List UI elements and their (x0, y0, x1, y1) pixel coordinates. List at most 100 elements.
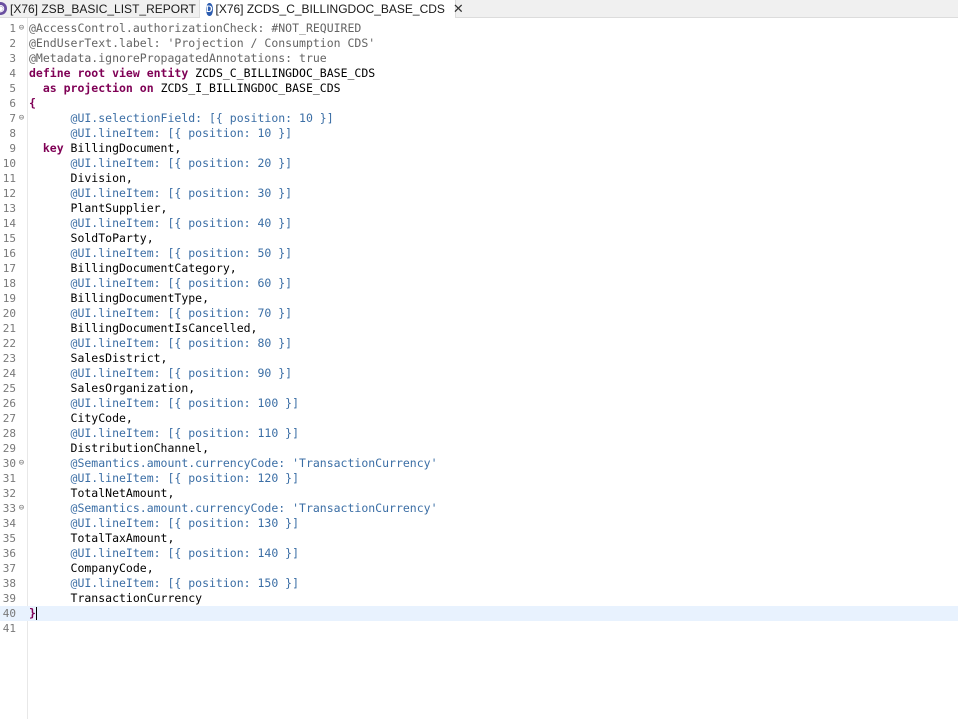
fold-toggle-icon[interactable]: ⊖ (17, 21, 26, 36)
line-number: 4 (9, 67, 16, 80)
code-editor[interactable]: 1 ⊖ @AccessControl.authorizationCheck: #NO… (0, 18, 958, 719)
code-token: { (29, 96, 36, 110)
code-text: @UI.lineItem: [{ position: 10 }] (29, 126, 293, 141)
line-number: 21 (2, 322, 16, 335)
code-line[interactable]: 40} (0, 606, 958, 621)
code-line[interactable]: 41 (0, 621, 958, 636)
code-text: @UI.lineItem: [{ position: 70 }] (29, 306, 293, 321)
code-line[interactable]: 1 ⊖ @AccessControl.authorizationCheck: #NO… (0, 21, 958, 36)
code-line[interactable]: 21 BillingDocumentIsCancelled, (0, 321, 958, 336)
code-token: @UI.lineItem: [{ position: 150 }] (29, 576, 300, 590)
code-token: @UI.lineItem: [{ position: 40 }] (29, 216, 293, 230)
code-line[interactable]: 2 @EndUserText.label: 'Projection / Consu… (0, 36, 958, 51)
code-line[interactable]: 5 as projection on ZCDS_I_BILLINGDOC_BAS… (0, 81, 958, 96)
line-number: 36 (2, 547, 16, 560)
tab-zsb-basic-list-report[interactable]: ◉ [X76] ZSB_BASIC_LIST_REPORT (0, 0, 198, 17)
code-line[interactable]: 23 SalesDistrict, (0, 351, 958, 366)
code-line[interactable]: 29 DistributionChannel, (0, 441, 958, 456)
code-token: @AccessControl.authorizationCheck: #NOT_… (29, 21, 362, 35)
code-line[interactable]: 25 SalesOrganization, (0, 381, 958, 396)
tab-zcds-c-billingdoc-base-cds[interactable]: D [X76] ZCDS_C_BILLINGDOC_BASE_CDS ✕ (199, 0, 464, 18)
code-line[interactable]: 30 ⊖ @Semantics.amount.currencyCode: 'Tra… (0, 456, 958, 471)
fold-toggle-icon[interactable]: ⊖ (17, 111, 26, 126)
close-icon[interactable]: ✕ (453, 1, 464, 17)
code-token: TransactionCurrency (29, 591, 203, 605)
code-token: BillingDocumentIsCancelled, (29, 321, 258, 335)
code-line[interactable]: 11 Division, (0, 171, 958, 186)
code-line[interactable]: 8 @UI.lineItem: [{ position: 10 }] (0, 126, 958, 141)
code-line[interactable]: 15 SoldToParty, (0, 231, 958, 246)
code-token: } (29, 606, 36, 620)
code-text: @Semantics.amount.currencyCode: 'Transac… (29, 501, 438, 516)
code-line[interactable]: 36 @UI.lineItem: [{ position: 140 }] (0, 546, 958, 561)
code-text: SalesDistrict, (29, 351, 168, 366)
fold-toggle-icon[interactable]: ⊖ (17, 501, 26, 516)
code-text: @UI.lineItem: [{ position: 20 }] (29, 156, 293, 171)
code-line[interactable]: 18 @UI.lineItem: [{ position: 60 }] (0, 276, 958, 291)
code-line[interactable]: 16 @UI.lineItem: [{ position: 50 }] (0, 246, 958, 261)
code-line[interactable]: 38 @UI.lineItem: [{ position: 150 }] (0, 576, 958, 591)
fold-toggle-icon[interactable]: ⊖ (17, 456, 26, 471)
code-text: @UI.lineItem: [{ position: 140 }] (29, 546, 300, 561)
code-text: TotalNetAmount, (29, 486, 175, 501)
code-text: SalesOrganization, (29, 381, 196, 396)
code-text: define root view entity ZCDS_C_BILLINGDO… (29, 66, 375, 81)
editor-tab-bar: ◉ [X76] ZSB_BASIC_LIST_REPORT D [X76] ZC… (0, 0, 958, 18)
code-line[interactable]: 34 @UI.lineItem: [{ position: 130 }] (0, 516, 958, 531)
code-line[interactable]: 35 TotalTaxAmount, (0, 531, 958, 546)
code-token: define root view entity (29, 66, 196, 80)
code-token: SalesDistrict, (29, 351, 168, 365)
code-token: @EndUserText.label: 'Projection / Consum… (29, 36, 376, 50)
code-line[interactable]: 3 @Metadata.ignorePropagatedAnnotations: … (0, 51, 958, 66)
line-number: 16 (2, 247, 16, 260)
code-text: @UI.lineItem: [{ position: 110 }] (29, 426, 300, 441)
code-line[interactable]: 22 @UI.lineItem: [{ position: 80 }] (0, 336, 958, 351)
code-line[interactable]: 19 BillingDocumentType, (0, 291, 958, 306)
code-line[interactable]: 31 @UI.lineItem: [{ position: 120 }] (0, 471, 958, 486)
code-line[interactable]: 39 TransactionCurrency (0, 591, 958, 606)
code-line[interactable]: 27 CityCode, (0, 411, 958, 426)
code-token: BillingDocumentCategory, (29, 261, 237, 275)
code-line[interactable]: 20 @UI.lineItem: [{ position: 70 }] (0, 306, 958, 321)
code-line[interactable]: 26 @UI.lineItem: [{ position: 100 }] (0, 396, 958, 411)
code-text: @UI.lineItem: [{ position: 100 }] (29, 396, 300, 411)
code-text: @UI.lineItem: [{ position: 120 }] (29, 471, 300, 486)
code-text: CompanyCode, (29, 561, 154, 576)
cds-ddl-icon: D (206, 2, 213, 16)
line-number: 13 (2, 202, 16, 215)
line-number: 5 (9, 82, 16, 95)
tab-label: [X76] ZSB_BASIC_LIST_REPORT (10, 1, 196, 16)
line-number: 22 (2, 337, 16, 350)
code-text: key BillingDocument, (29, 141, 181, 156)
line-number: 11 (2, 172, 16, 185)
line-number: 35 (2, 532, 16, 545)
code-text: @UI.selectionField: [{ position: 10 }] (29, 111, 334, 126)
code-line[interactable]: 33 ⊖ @Semantics.amount.currencyCode: 'Tra… (0, 501, 958, 516)
code-line[interactable]: 28 @UI.lineItem: [{ position: 110 }] (0, 426, 958, 441)
code-line[interactable]: 4 define root view entity ZCDS_C_BILLINGD… (0, 66, 958, 81)
code-token: Division, (29, 171, 133, 185)
code-text: @Semantics.amount.currencyCode: 'Transac… (29, 456, 438, 471)
code-line[interactable]: 32 TotalNetAmount, (0, 486, 958, 501)
code-text: TransactionCurrency (29, 591, 203, 606)
code-token: @UI.lineItem: [{ position: 20 }] (29, 156, 293, 170)
line-number: 24 (2, 367, 16, 380)
line-number: 30 (2, 457, 16, 470)
line-number: 2 (9, 37, 16, 50)
line-number: 27 (2, 412, 16, 425)
code-token: TotalTaxAmount, (29, 531, 175, 545)
code-line[interactable]: 24 @UI.lineItem: [{ position: 90 }] (0, 366, 958, 381)
code-line[interactable]: 13 PlantSupplier, (0, 201, 958, 216)
code-line[interactable]: 37 CompanyCode, (0, 561, 958, 576)
code-text: BillingDocumentIsCancelled, (29, 321, 258, 336)
code-text: @UI.lineItem: [{ position: 130 }] (29, 516, 300, 531)
code-line[interactable]: 7 ⊖ @UI.selectionField: [{ position: 10 }… (0, 111, 958, 126)
code-line[interactable]: 17 BillingDocumentCategory, (0, 261, 958, 276)
code-line[interactable]: 14 @UI.lineItem: [{ position: 40 }] (0, 216, 958, 231)
code-token: @UI.lineItem: [{ position: 100 }] (29, 396, 300, 410)
code-line[interactable]: 6{ (0, 96, 958, 111)
code-line[interactable]: 12 @UI.lineItem: [{ position: 30 }] (0, 186, 958, 201)
code-line[interactable]: 10 @UI.lineItem: [{ position: 20 }] (0, 156, 958, 171)
code-line[interactable]: 9 key BillingDocument, (0, 141, 958, 156)
line-number: 37 (2, 562, 16, 575)
